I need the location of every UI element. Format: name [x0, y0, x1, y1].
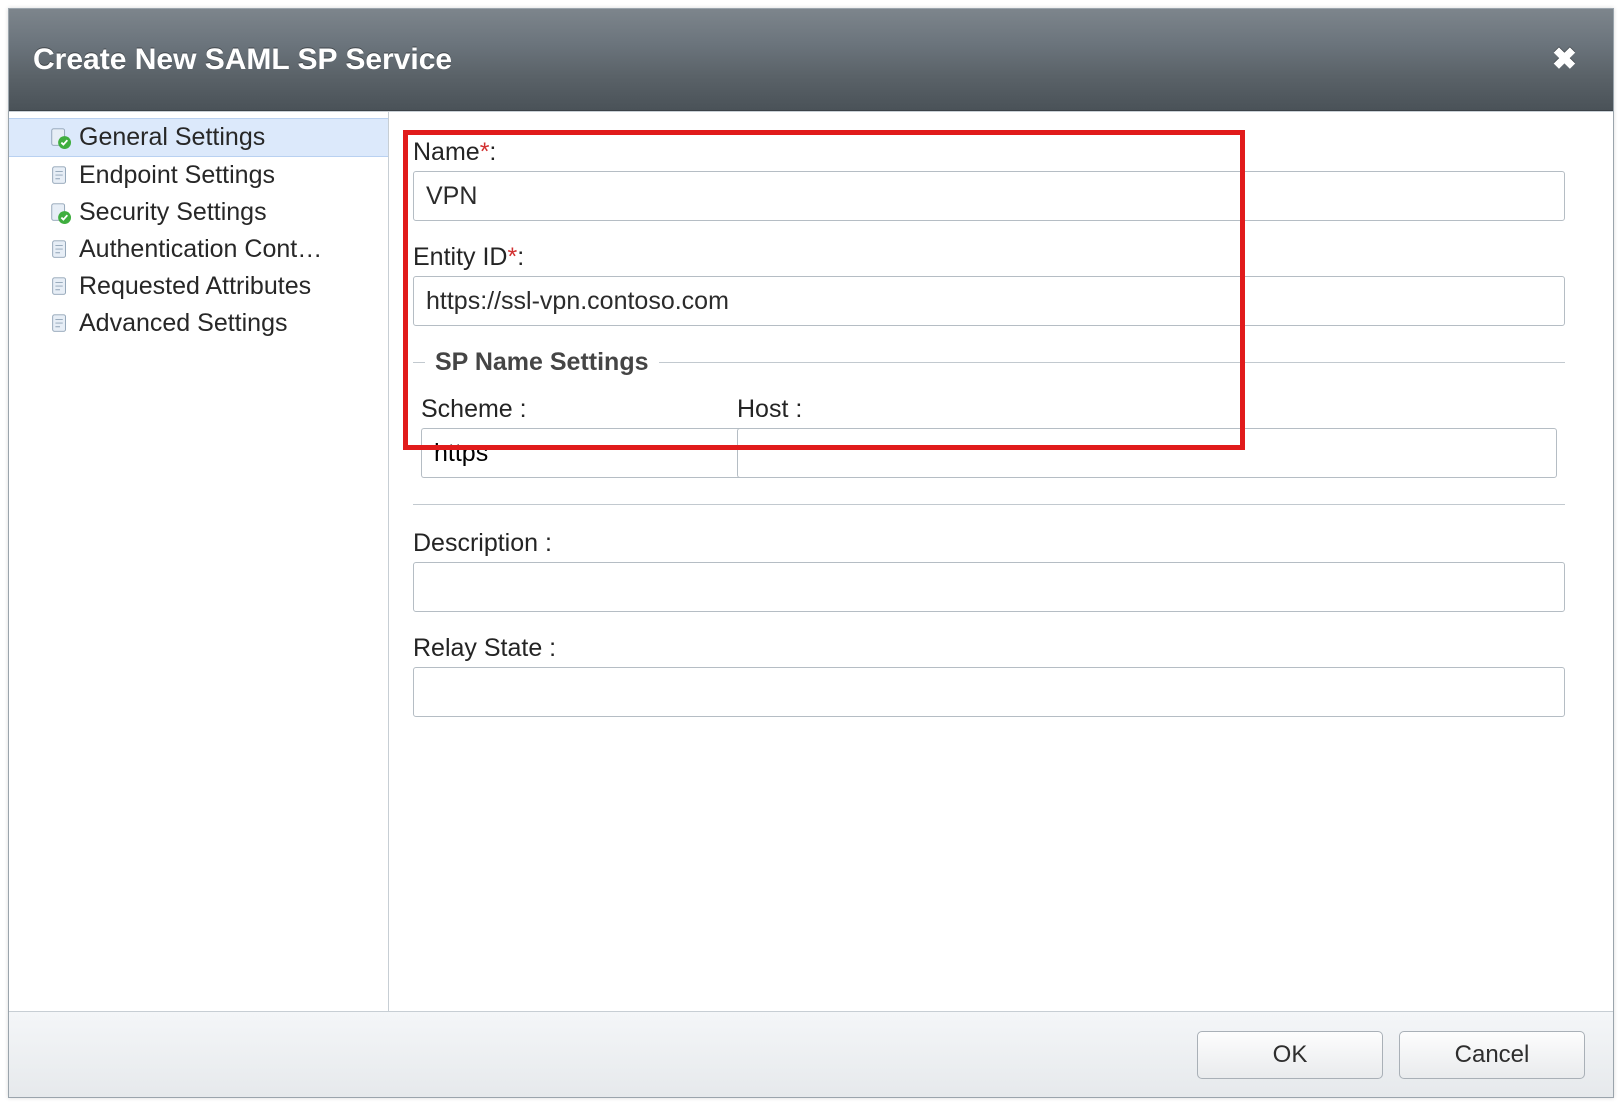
close-icon[interactable]: ✖	[1544, 41, 1585, 79]
required-asterisk: *	[507, 243, 517, 271]
field-host: Host :	[737, 395, 1557, 478]
name-label: Name*:	[413, 138, 1565, 167]
sidebar-item-label: General Settings	[79, 123, 265, 152]
sp-name-settings-legend: SP Name Settings	[425, 348, 659, 377]
sidebar-item-general-settings[interactable]: General Settings	[9, 118, 388, 157]
page-ok-icon	[49, 202, 71, 224]
page-icon	[49, 313, 71, 335]
field-scheme: Scheme :	[421, 395, 709, 478]
dialog-body: General Settings Endpoint Settings Secur…	[9, 111, 1613, 1011]
relay-state-label: Relay State :	[413, 634, 1565, 663]
field-description: Description :	[413, 529, 1565, 612]
sidebar-item-label: Authentication Cont…	[79, 235, 322, 264]
cancel-button[interactable]: Cancel	[1399, 1031, 1585, 1079]
sidebar-item-label: Endpoint Settings	[79, 161, 275, 190]
ok-button[interactable]: OK	[1197, 1031, 1383, 1079]
name-label-text: Name	[413, 138, 480, 166]
main-panel: Name*: Entity ID*: SP Name Settings Sche…	[389, 112, 1613, 1011]
dialog-footer: OK Cancel	[9, 1011, 1613, 1097]
sidebar-item-requested-attributes[interactable]: Requested Attributes	[9, 268, 388, 305]
field-name: Name*:	[413, 138, 1565, 221]
scheme-combobox[interactable]	[421, 428, 709, 478]
dialog-titlebar: Create New SAML SP Service ✖	[9, 9, 1613, 111]
required-asterisk: *	[480, 138, 490, 166]
host-label: Host :	[737, 395, 1557, 424]
relay-state-input[interactable]	[413, 667, 1565, 717]
sidebar-item-endpoint-settings[interactable]: Endpoint Settings	[9, 157, 388, 194]
field-relay-state: Relay State :	[413, 634, 1565, 717]
entity-id-input[interactable]	[413, 276, 1565, 326]
description-label: Description :	[413, 529, 1565, 558]
scheme-input[interactable]	[421, 428, 768, 478]
name-input[interactable]	[413, 171, 1565, 221]
host-input[interactable]	[737, 428, 1557, 478]
dialog-title: Create New SAML SP Service	[33, 43, 452, 77]
description-input[interactable]	[413, 562, 1565, 612]
dialog-create-saml-sp-service: Create New SAML SP Service ✖ General Set…	[8, 8, 1614, 1098]
sidebar-item-authentication-context[interactable]: Authentication Cont…	[9, 231, 388, 268]
scheme-label: Scheme :	[421, 395, 709, 424]
sidebar-item-label: Requested Attributes	[79, 272, 311, 301]
page-icon	[49, 165, 71, 187]
sidebar-item-label: Security Settings	[79, 198, 267, 227]
sidebar-item-security-settings[interactable]: Security Settings	[9, 194, 388, 231]
sidebar-item-advanced-settings[interactable]: Advanced Settings	[9, 305, 388, 342]
page-ok-icon	[49, 127, 71, 149]
page-icon	[49, 276, 71, 298]
sp-name-settings-group: SP Name Settings Scheme :	[413, 348, 1565, 505]
entity-id-label: Entity ID*:	[413, 243, 1565, 272]
page-icon	[49, 239, 71, 261]
field-entity-id: Entity ID*:	[413, 243, 1565, 326]
sidebar-item-label: Advanced Settings	[79, 309, 287, 338]
entity-id-label-text: Entity ID	[413, 243, 507, 271]
sidebar: General Settings Endpoint Settings Secur…	[9, 112, 389, 1011]
